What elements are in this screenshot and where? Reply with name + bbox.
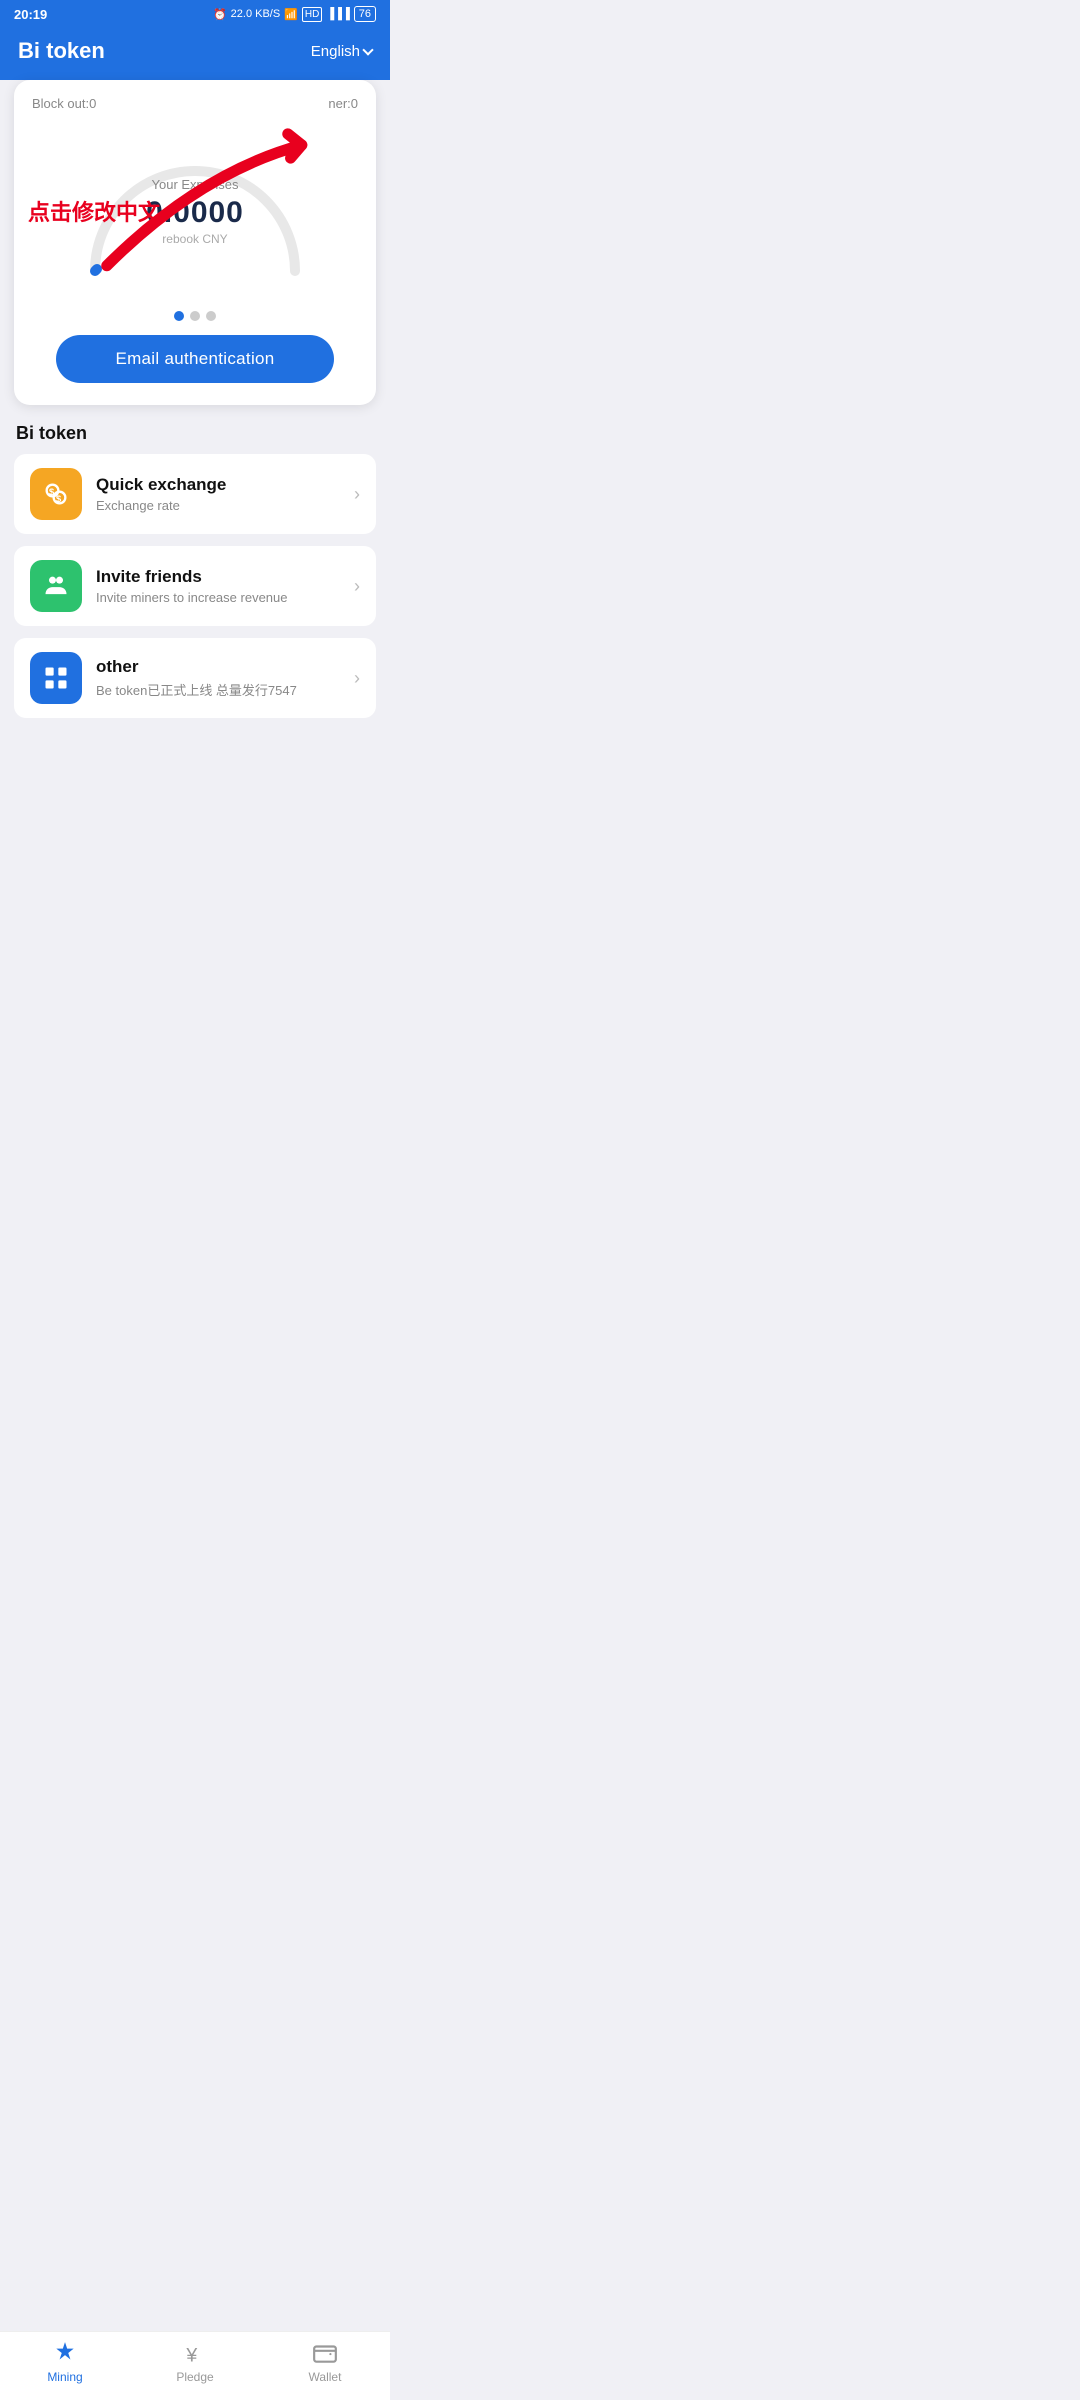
other-subtitle: Be token已正式上线 总量发行7547 [96,680,340,699]
dot-3 [206,311,216,321]
other-item[interactable]: other Be token已正式上线 总量发行7547 › [14,638,376,718]
app-title: Bi token [18,38,105,64]
email-auth-button[interactable]: Email authentication [56,335,333,383]
chevron-down-icon [362,44,373,55]
mining-icon [52,2340,78,2366]
gauge-container: Your Expenses 0.0000 rebook CNY [32,121,358,301]
main-stats-card: Block out:0 ner:0 Your Expenses 0.0000 r… [14,80,376,405]
quick-exchange-icon-bg: $ $ [30,468,82,520]
speed-indicator: 22.0 KB/S [231,8,281,20]
dot-2 [190,311,200,321]
invite-friends-chevron: › [354,576,360,597]
bottom-navigation: Mining ¥ Pledge Wallet [0,2331,390,2400]
quick-exchange-text: Quick exchange Exchange rate [96,475,340,513]
other-chevron: › [354,668,360,689]
quick-exchange-chevron: › [354,484,360,505]
pledge-icon: ¥ [182,2340,208,2366]
app-header: Bi token English [0,28,390,80]
bi-token-section-title: Bi token [0,405,390,454]
wallet-label: Wallet [309,2370,342,2384]
expenses-value: 0.0000 [146,196,244,230]
grid-icon [42,664,70,692]
invite-friends-icon-bg [30,560,82,612]
svg-text:$: $ [56,494,62,504]
quick-exchange-subtitle: Exchange rate [96,498,340,513]
battery-icon: 76 [354,6,376,22]
alarm-icon: ⏰ [213,8,227,21]
invite-friends-subtitle: Invite miners to increase revenue [96,590,340,605]
friends-icon [42,572,70,600]
dot-indicator [32,311,358,321]
svg-text:$: $ [49,487,55,497]
other-title: other [96,657,340,677]
dot-1 [174,311,184,321]
wallet-icon [312,2340,338,2366]
other-text: other Be token已正式上线 总量发行7547 [96,657,340,699]
quick-exchange-title: Quick exchange [96,475,340,495]
miner-label: ner:0 [328,96,358,111]
wifi-icon: 📶 [284,8,298,21]
invite-friends-text: Invite friends Invite miners to increase… [96,567,340,605]
quick-exchange-item[interactable]: $ $ Quick exchange Exchange rate › [14,454,376,534]
hd-icon: HD [302,7,322,22]
nav-mining[interactable]: Mining [25,2340,105,2384]
bottom-spacer [0,730,390,810]
coins-icon: $ $ [42,480,70,508]
expenses-label: Your Expenses [146,177,244,192]
svg-text:¥: ¥ [185,2345,197,2366]
invite-friends-item[interactable]: Invite friends Invite miners to increase… [14,546,376,626]
mining-label: Mining [47,2370,82,2384]
status-time: 20:19 [14,7,47,22]
language-label: English [311,43,360,60]
expenses-unit: rebook CNY [146,232,244,246]
nav-wallet[interactable]: Wallet [285,2340,365,2384]
card-header-row: Block out:0 ner:0 [32,96,358,111]
language-selector[interactable]: English [311,43,372,60]
gauge-center: Your Expenses 0.0000 rebook CNY [146,177,244,246]
signal-icon: ▐▐▐ [326,8,349,20]
status-icons: ⏰ 22.0 KB/S 📶 HD ▐▐▐ 76 [213,6,376,22]
block-out-label: Block out:0 [32,96,96,111]
pledge-label: Pledge [176,2370,213,2384]
status-bar: 20:19 ⏰ 22.0 KB/S 📶 HD ▐▐▐ 76 [0,0,390,28]
other-icon-bg [30,652,82,704]
invite-friends-title: Invite friends [96,567,340,587]
nav-pledge[interactable]: ¥ Pledge [155,2340,235,2384]
